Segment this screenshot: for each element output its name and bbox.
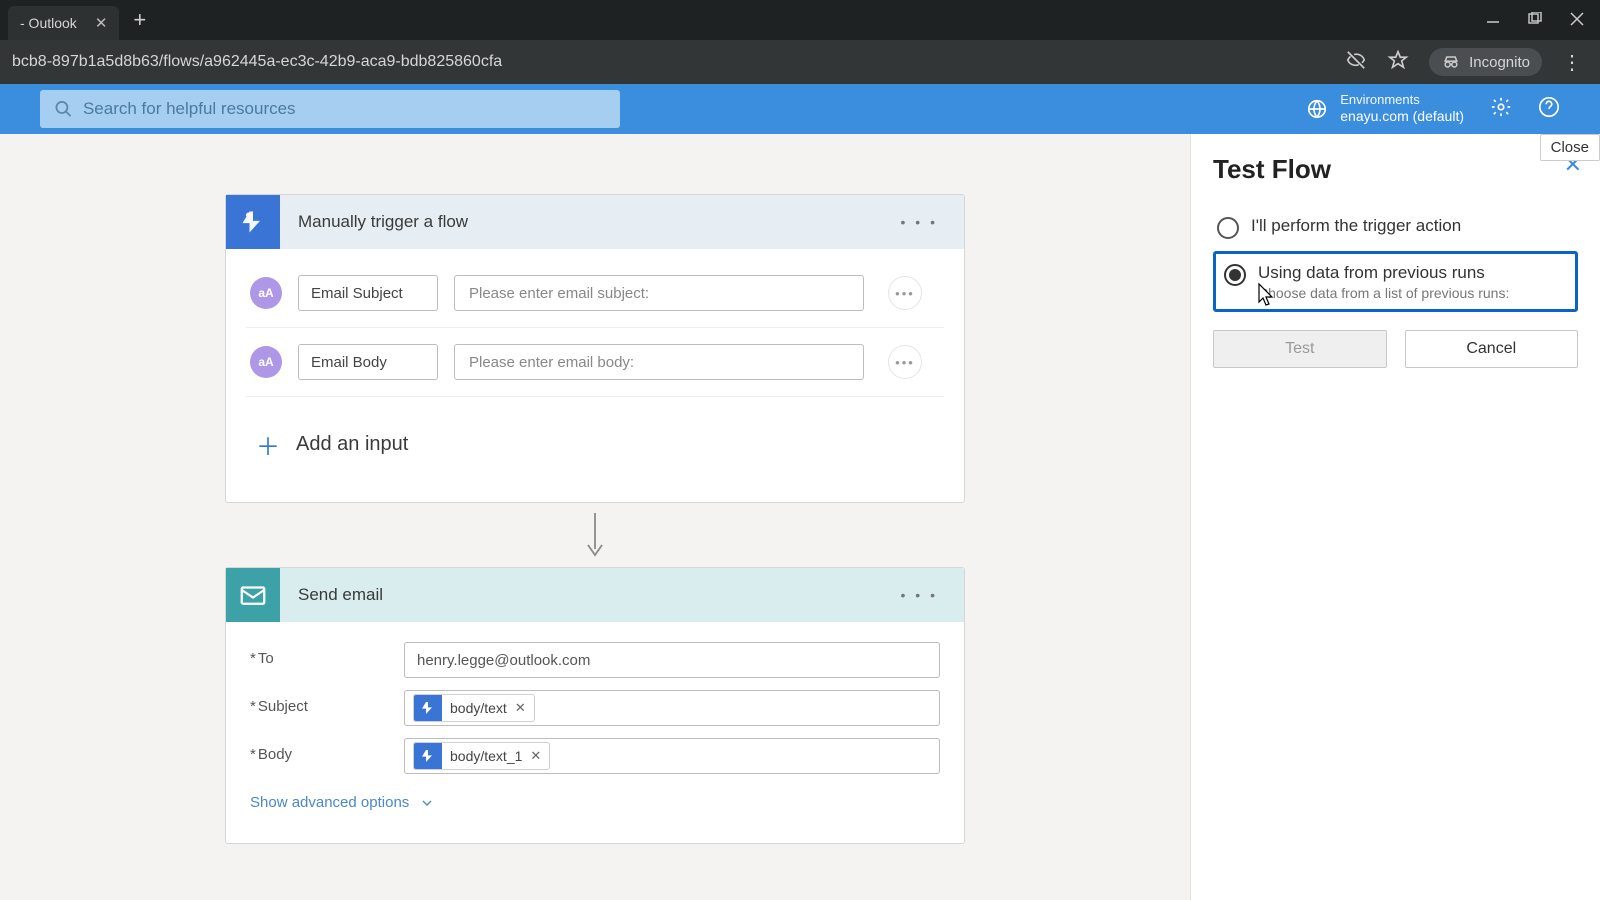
globe-icon	[1306, 98, 1328, 120]
token-text: body/text_1	[442, 748, 530, 764]
help-icon[interactable]	[1538, 96, 1560, 123]
param-subject-more-icon[interactable]: •••	[888, 276, 922, 310]
search-icon	[54, 99, 73, 119]
add-input-button[interactable]: ＋ Add an input	[232, 405, 958, 484]
text-type-badge: aA	[250, 346, 282, 378]
url-text: bcb8-897b1a5d8b63/flows/a962445a-ec3c-42…	[12, 53, 1345, 71]
radio-option-manual[interactable]: I'll perform the trigger action	[1213, 207, 1578, 247]
action-card-header[interactable]: Send email • • •	[226, 568, 964, 622]
param-row-subject: aA Email Subject Please enter email subj…	[232, 267, 958, 319]
chevron-down-icon	[419, 795, 435, 811]
action-card: Send email • • • *To henry.legge@outlook…	[225, 567, 965, 844]
show-advanced-options[interactable]: Show advanced options	[232, 780, 958, 829]
app-header: Environments enayu.com (default) Close	[0, 84, 1600, 134]
body-input[interactable]: body/text_1 ✕	[404, 738, 940, 774]
incognito-label: Incognito	[1469, 54, 1530, 71]
token-flow-icon	[414, 694, 442, 722]
new-tab-button[interactable]: +	[133, 7, 146, 33]
address-bar[interactable]: bcb8-897b1a5d8b63/flows/a962445a-ec3c-42…	[0, 40, 1600, 84]
param-row-body: aA Email Body Please enter email body: •…	[232, 336, 958, 388]
browser-tab-strip: - Outlook ✕ +	[0, 0, 1600, 40]
action-title: Send email	[298, 585, 383, 605]
mail-icon	[226, 568, 280, 622]
radio-icon-selected	[1224, 264, 1246, 286]
radio-label-manual: I'll perform the trigger action	[1251, 215, 1461, 238]
flow-arrow	[225, 509, 965, 561]
subject-input[interactable]: body/text ✕	[404, 690, 940, 726]
add-input-label: Add an input	[296, 433, 408, 456]
trigger-card-header[interactable]: Manually trigger a flow • • •	[226, 195, 964, 249]
env-label: Environments	[1340, 93, 1464, 108]
close-tooltip: Close	[1540, 134, 1600, 161]
browser-tab[interactable]: - Outlook ✕	[8, 6, 119, 40]
close-window-icon[interactable]	[1570, 12, 1584, 29]
param-value-subject[interactable]: Please enter email subject:	[454, 275, 864, 311]
flow-canvas: Manually trigger a flow • • • aA Email S…	[0, 134, 1190, 900]
token-text: body/text	[442, 700, 515, 716]
param-name-subject[interactable]: Email Subject	[298, 275, 438, 311]
panel-title: Test Flow	[1213, 154, 1578, 185]
trigger-icon	[226, 195, 280, 249]
to-label: *To	[250, 642, 390, 667]
window-controls	[1486, 12, 1592, 29]
browser-menu-icon[interactable]: ⋮	[1562, 50, 1582, 75]
eye-off-icon[interactable]	[1345, 49, 1367, 76]
close-tab-icon[interactable]: ✕	[95, 14, 108, 32]
url-action-icons: Incognito ⋮	[1345, 48, 1588, 76]
test-flow-panel: Test Flow ✕ I'll perform the trigger act…	[1190, 134, 1600, 900]
search-box[interactable]	[40, 90, 620, 128]
divider	[246, 327, 944, 328]
radio-option-previous-runs[interactable]: Using data from previous runs Choose dat…	[1213, 251, 1578, 312]
radio-sublabel-previous: Choose data from a list of previous runs…	[1258, 285, 1509, 301]
dynamic-token[interactable]: body/text_1 ✕	[413, 742, 550, 770]
param-value-body[interactable]: Please enter email body:	[454, 344, 864, 380]
star-icon[interactable]	[1387, 49, 1409, 76]
plus-icon: ＋	[256, 427, 280, 462]
trigger-card: Manually trigger a flow • • • aA Email S…	[225, 194, 965, 503]
dynamic-token[interactable]: body/text ✕	[413, 694, 535, 722]
incognito-chip[interactable]: Incognito	[1429, 48, 1542, 76]
action-more-icon[interactable]: • • •	[901, 587, 938, 603]
param-body-more-icon[interactable]: •••	[888, 345, 922, 379]
radio-label-previous: Using data from previous runs	[1258, 262, 1509, 285]
maximize-icon[interactable]	[1528, 12, 1542, 29]
token-remove-icon[interactable]: ✕	[515, 700, 534, 716]
adv-options-label: Show advanced options	[250, 794, 409, 811]
to-field-row: *To henry.legge@outlook.com	[232, 636, 958, 684]
gear-icon[interactable]	[1490, 96, 1512, 123]
search-input[interactable]	[83, 99, 606, 119]
subject-field-row: *Subject body/text ✕	[232, 684, 958, 732]
body-label: *Body	[250, 738, 390, 763]
divider	[246, 396, 944, 397]
env-value: enayu.com (default)	[1340, 108, 1464, 124]
body-field-row: *Body body/text_1 ✕	[232, 732, 958, 780]
subject-label: *Subject	[250, 690, 390, 715]
test-button[interactable]: Test	[1213, 330, 1387, 368]
environment-picker[interactable]: Environments enayu.com (default)	[1306, 93, 1464, 124]
text-type-badge: aA	[250, 277, 282, 309]
minimize-icon[interactable]	[1486, 12, 1500, 29]
cancel-button[interactable]: Cancel	[1405, 330, 1579, 368]
radio-icon	[1217, 217, 1239, 239]
trigger-title: Manually trigger a flow	[298, 212, 468, 232]
trigger-more-icon[interactable]: • • •	[901, 214, 938, 230]
param-name-body[interactable]: Email Body	[298, 344, 438, 380]
tab-title: - Outlook	[20, 15, 77, 31]
token-flow-icon	[414, 742, 442, 770]
to-input[interactable]: henry.legge@outlook.com	[404, 642, 940, 678]
token-remove-icon[interactable]: ✕	[530, 748, 549, 764]
